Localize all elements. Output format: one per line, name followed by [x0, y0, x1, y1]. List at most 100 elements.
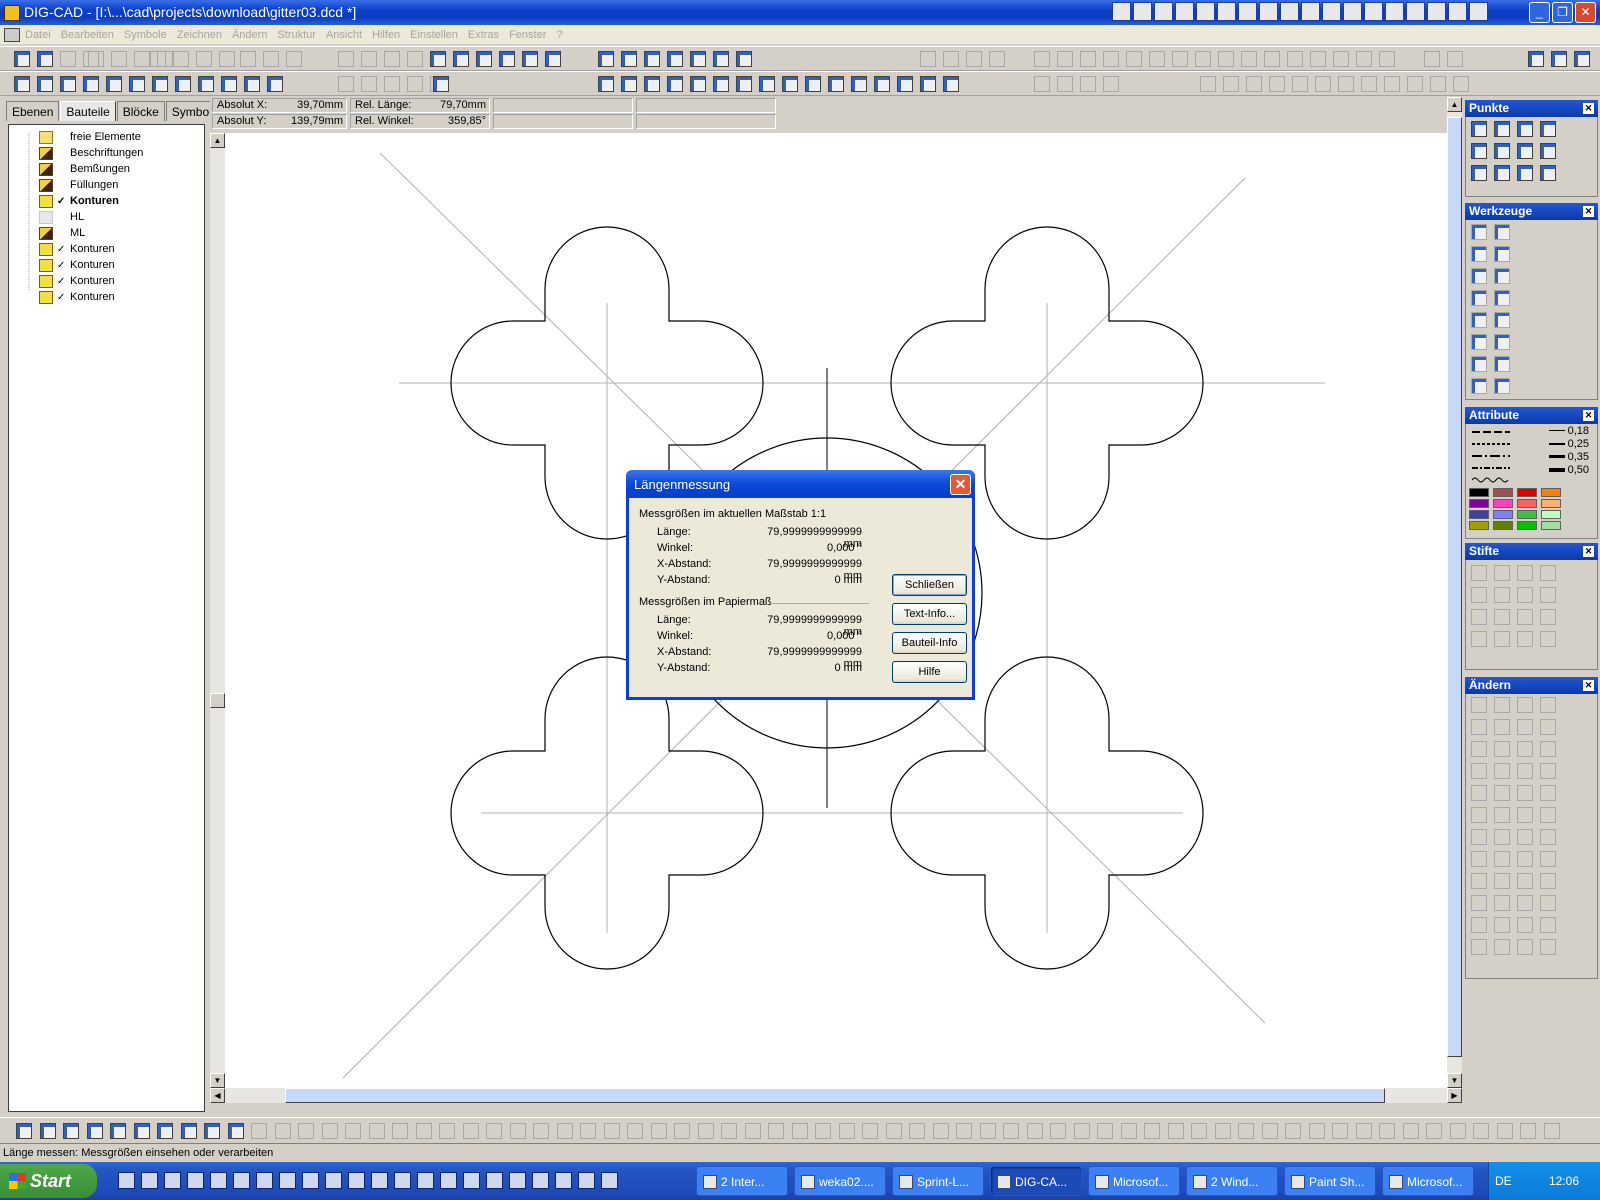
tool-button-icon[interactable]	[439, 1123, 455, 1139]
quicklaunch-icon[interactable]	[302, 1172, 319, 1189]
palette-tool-icon[interactable]	[1494, 917, 1510, 933]
palette-tool-icon[interactable]	[1494, 895, 1510, 911]
toolbar-button-icon[interactable]	[690, 76, 706, 92]
toolbar-button-icon[interactable]	[1361, 76, 1377, 92]
toolbar-button-icon[interactable]	[14, 76, 30, 92]
toolbar-button-icon[interactable]	[263, 51, 279, 67]
tree-node[interactable]: freie Elemente	[39, 129, 141, 145]
menu-struktur[interactable]: Struktur	[277, 29, 316, 41]
palette-tool-icon[interactable]	[1471, 631, 1487, 647]
tool-button-icon[interactable]	[956, 1123, 972, 1139]
toolbar-button-icon[interactable]	[1356, 51, 1372, 67]
palette-tool-icon[interactable]	[1471, 378, 1487, 394]
palette-aendern-header[interactable]: Ändern ✕	[1465, 677, 1598, 694]
language-indicator[interactable]: DE	[1495, 1174, 1512, 1188]
quicklaunch-icon[interactable]	[601, 1172, 618, 1189]
color-swatch[interactable]	[1541, 499, 1561, 508]
palette-tool-icon[interactable]	[1517, 741, 1533, 757]
toolbar-button-icon[interactable]	[244, 76, 260, 92]
toolbar-button-icon[interactable]	[106, 76, 122, 92]
menu-aendern[interactable]: Ändern	[232, 29, 267, 41]
tool-button-icon[interactable]	[204, 1123, 220, 1139]
tool-button-icon[interactable]	[1167, 1123, 1184, 1139]
toolbar-button-icon[interactable]	[384, 51, 400, 67]
palette-tool-icon[interactable]	[1494, 807, 1510, 823]
palette-tool-icon[interactable]	[1494, 290, 1510, 306]
palette-tool-icon[interactable]	[1517, 873, 1533, 889]
palette-tool-icon[interactable]	[1517, 143, 1533, 159]
palette-tool-icon[interactable]	[1517, 785, 1533, 801]
palette-tool-icon[interactable]	[1540, 741, 1556, 757]
toolbar-button-icon[interactable]	[240, 51, 256, 67]
toolbar-button-icon[interactable]	[1246, 76, 1262, 92]
quicklaunch-icon[interactable]	[532, 1172, 549, 1189]
toolbar-button-icon[interactable]	[111, 51, 127, 67]
scroll-up-icon[interactable]: ▲	[210, 133, 225, 148]
task-button[interactable]: Microsof...	[1088, 1166, 1180, 1196]
menu-help[interactable]: ?	[556, 29, 562, 41]
menu-zeichnen[interactable]: Zeichnen	[177, 29, 222, 41]
palette-tool-icon[interactable]	[1494, 939, 1510, 955]
tray-app-icon[interactable]	[1112, 2, 1131, 21]
toolbar-button-icon[interactable]	[1315, 76, 1331, 92]
tray-app-icon[interactable]	[1427, 2, 1446, 21]
tool-button-icon[interactable]	[1355, 1123, 1372, 1139]
quicklaunch-icon[interactable]	[371, 1172, 388, 1189]
tool-button-icon[interactable]	[744, 1123, 761, 1139]
tool-button-icon[interactable]	[86, 1123, 103, 1139]
color-swatch[interactable]	[1517, 488, 1537, 497]
toolbar-button-icon[interactable]	[713, 76, 729, 92]
palette-tool-icon[interactable]	[1540, 631, 1556, 647]
toolbar-button-icon[interactable]	[943, 76, 959, 92]
tool-button-icon[interactable]	[674, 1123, 690, 1139]
tool-button-icon[interactable]	[1097, 1123, 1113, 1139]
palette-tool-icon[interactable]	[1517, 895, 1533, 911]
toolbar-button-icon[interactable]	[267, 76, 283, 92]
visibility-check-icon[interactable]: ✓	[57, 244, 67, 255]
toolbar-button-icon[interactable]	[943, 51, 959, 67]
tray-app-icon[interactable]	[1448, 2, 1467, 21]
color-swatch[interactable]	[1493, 499, 1513, 508]
toolbar-button-icon[interactable]	[361, 51, 377, 67]
tool-button-icon[interactable]	[274, 1123, 291, 1139]
scroll-thumb[interactable]	[1447, 117, 1462, 1057]
start-button[interactable]: Start	[0, 1164, 97, 1198]
tool-button-icon[interactable]	[556, 1123, 573, 1139]
left-ruler-scroll[interactable]: ▲ ▼	[210, 133, 225, 1088]
palette-tool-icon[interactable]	[1494, 697, 1510, 713]
tool-button-icon[interactable]	[721, 1123, 737, 1139]
toolbar-button-icon[interactable]	[1424, 51, 1440, 67]
palette-tool-icon[interactable]	[1471, 807, 1487, 823]
palette-tool-icon[interactable]	[1494, 565, 1510, 581]
color-swatch[interactable]	[1517, 499, 1537, 508]
task-button[interactable]: weka02....	[794, 1166, 886, 1196]
palette-tool-icon[interactable]	[1471, 121, 1487, 137]
tree-node[interactable]: Bemßungen	[39, 161, 130, 177]
quicklaunch-icon[interactable]	[348, 1172, 365, 1189]
toolbar-button-icon[interactable]	[1241, 51, 1257, 67]
toolbar-button-icon[interactable]	[433, 76, 449, 92]
quicklaunch-icon[interactable]	[509, 1172, 526, 1189]
toolbar-button-icon[interactable]	[759, 76, 775, 92]
tray-app-icon[interactable]	[1217, 2, 1236, 21]
palette-tool-icon[interactable]	[1540, 917, 1556, 933]
color-swatch[interactable]	[1469, 510, 1489, 519]
tray-app-icon[interactable]	[1175, 2, 1194, 21]
palette-tool-icon[interactable]	[1471, 895, 1487, 911]
palette-tool-icon[interactable]	[1540, 939, 1556, 955]
quicklaunch-icon[interactable]	[233, 1172, 250, 1189]
toolbar-button-icon[interactable]	[1034, 51, 1050, 67]
color-swatch[interactable]	[1517, 521, 1537, 530]
tool-button-icon[interactable]	[486, 1123, 502, 1139]
tray-app-icon[interactable]	[1406, 2, 1425, 21]
color-swatch[interactable]	[1493, 488, 1513, 497]
tool-button-icon[interactable]	[345, 1123, 361, 1139]
tool-button-icon[interactable]	[39, 1123, 56, 1139]
palette-tool-icon[interactable]	[1517, 917, 1533, 933]
tool-button-icon[interactable]	[1473, 1123, 1489, 1139]
toolbar-button-icon[interactable]	[920, 76, 936, 92]
toolbar-button-icon[interactable]	[219, 51, 235, 67]
palette-tool-icon[interactable]	[1494, 246, 1510, 262]
palette-tool-icon[interactable]	[1494, 873, 1510, 889]
palette-tool-icon[interactable]	[1517, 165, 1533, 181]
